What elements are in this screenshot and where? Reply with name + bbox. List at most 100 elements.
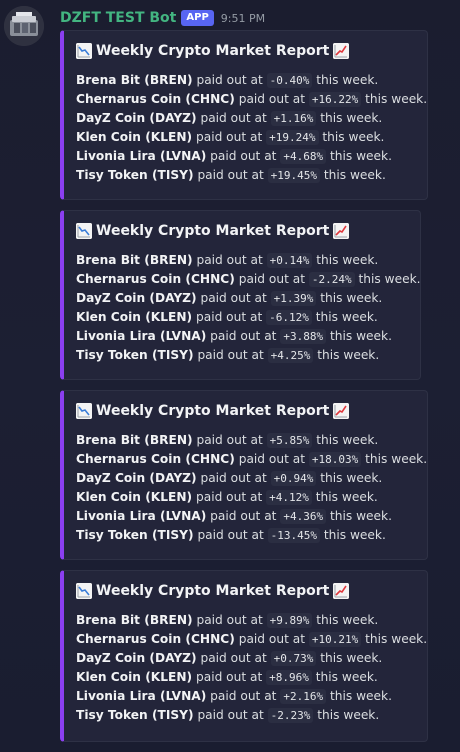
this-week-text: this week. [358,272,421,286]
report-line: Livonia Lira (LVNA) paid out at +2.16% t… [76,687,415,706]
coin-name: Chernarus Coin (CHNC) [76,92,235,106]
paid-out-text: paid out at [200,111,267,125]
payout-value: -2.24% [308,272,355,287]
paid-out-text: paid out at [197,528,264,542]
payout-value: +10.21% [308,632,362,647]
payout-value: +2.16% [280,689,327,704]
paid-out-text: paid out at [210,149,277,163]
payout-value: +4.25% [267,348,314,363]
coin-name: Tisy Token (TISY) [76,348,194,362]
this-week-text: this week. [317,348,380,362]
message-timestamp[interactable]: 9:51 PM [221,12,265,25]
payout-value: -2.23% [267,708,314,723]
paid-out-text: paid out at [197,168,264,182]
this-week-text: this week. [323,168,386,182]
payout-value: -13.45% [267,528,320,543]
report-line: Klen Coin (KLEN) paid out at +19.24% thi… [76,128,415,147]
payout-value: +4.12% [266,490,312,505]
coin-name: Klen Coin (KLEN) [76,310,193,324]
this-week-text: this week. [329,689,392,703]
paid-out-text: paid out at [195,130,263,144]
report-line: Chernarus Coin (CHNC) paid out at -2.24%… [76,270,421,289]
report-line: Livonia Lira (LVNA) paid out at +4.68% t… [76,147,415,166]
report-line: Tisy Token (TISY) paid out at +4.25% thi… [76,346,408,365]
coin-name: DayZ Coin (DAYZ) [76,291,197,305]
coin-name: DayZ Coin (DAYZ) [76,111,197,125]
avatar-image [4,6,44,46]
paid-out-text: paid out at [195,310,263,324]
payout-value: +8.96% [266,670,312,685]
paid-out-text: paid out at [238,452,305,466]
report-line: DayZ Coin (DAYZ) paid out at +1.39% this… [76,289,408,308]
coin-name: Brena Bit (BREN) [76,253,193,267]
payout-value: +0.14% [266,253,313,268]
embed-title: Weekly Crypto Market Report [76,581,415,601]
this-week-text: this week. [316,433,379,447]
payout-value: +0.94% [270,471,317,486]
this-week-text: this week. [315,490,378,504]
report-line: Livonia Lira (LVNA) paid out at +4.36% t… [76,507,415,526]
coin-name: Livonia Lira (LVNA) [76,689,207,703]
coin-name: Tisy Token (TISY) [76,528,194,542]
coin-name: DayZ Coin (DAYZ) [76,651,197,665]
paid-out-text: paid out at [210,509,277,523]
coin-name: Klen Coin (KLEN) [76,490,193,504]
coin-name: Tisy Token (TISY) [76,708,194,722]
coin-name: Klen Coin (KLEN) [76,670,193,684]
paid-out-text: paid out at [196,253,263,267]
payout-value: +19.45% [267,168,320,183]
payout-value: +1.16% [270,111,317,126]
chart-decreasing-icon [76,43,92,59]
payout-value: +18.03% [308,452,362,467]
this-week-text: this week. [323,528,386,542]
report-line: Tisy Token (TISY) paid out at -13.45% th… [76,526,415,545]
report-line: Brena Bit (BREN) paid out at +5.85% this… [76,431,415,450]
report-line: Tisy Token (TISY) paid out at +19.45% th… [76,166,415,185]
this-week-text: this week. [316,73,379,87]
report-embed: Weekly Crypto Market Report Brena Bit (BR… [60,570,428,742]
report-line: DayZ Coin (DAYZ) paid out at +1.16% this… [76,109,415,128]
coin-name: Livonia Lira (LVNA) [76,329,207,343]
report-line: Brena Bit (BREN) paid out at +9.89% this… [76,611,415,630]
this-week-text: this week. [365,92,428,106]
paid-out-text: paid out at [196,613,263,627]
coin-name: DayZ Coin (DAYZ) [76,471,197,485]
embed-title: Weekly Crypto Market Report [76,221,408,241]
coin-name: Chernarus Coin (CHNC) [76,452,235,466]
app-badge: APP [181,10,214,26]
this-week-text: this week. [329,149,392,163]
payout-value: +9.89% [266,613,313,628]
paid-out-text: paid out at [197,348,264,362]
this-week-text: this week. [322,130,385,144]
report-embed: Weekly Crypto Market Report Brena Bit (BR… [60,210,421,380]
report-line: Chernarus Coin (CHNC) paid out at +10.21… [76,630,427,649]
this-week-text: this week. [315,310,378,324]
this-week-text: this week. [365,452,428,466]
payout-value: +5.85% [266,433,313,448]
chart-decreasing-icon [76,223,92,239]
payout-value: +0.73% [270,651,317,666]
bot-message: DZFT TEST Bot APP 9:51 PM Weekly Crypto … [0,0,460,752]
this-week-text: this week. [320,471,383,485]
chart-increasing-icon [333,223,350,239]
report-line: Livonia Lira (LVNA) paid out at +3.88% t… [76,327,408,346]
this-week-text: this week. [316,253,379,267]
report-embed: Weekly Crypto Market Report Brena Bit (BR… [60,30,428,200]
chart-decreasing-icon [76,583,92,599]
bot-avatar[interactable] [4,6,44,46]
this-week-text: this week. [317,708,380,722]
payout-value: +4.68% [280,149,327,164]
bot-username[interactable]: DZFT TEST Bot [60,10,176,26]
coin-name: Chernarus Coin (CHNC) [76,632,235,646]
paid-out-text: paid out at [200,291,267,305]
report-line: Brena Bit (BREN) paid out at -0.40% this… [76,71,415,90]
paid-out-text: paid out at [200,471,267,485]
embed-title-text: Weekly Crypto Market Report [96,403,330,419]
report-line: Chernarus Coin (CHNC) paid out at +16.22… [76,90,427,109]
paid-out-text: paid out at [238,272,305,286]
chart-decreasing-icon [76,403,92,419]
payout-value: +16.22% [308,92,362,107]
embed-title: Weekly Crypto Market Report [76,401,415,421]
payout-value: +4.36% [280,509,327,524]
paid-out-text: paid out at [210,689,277,703]
